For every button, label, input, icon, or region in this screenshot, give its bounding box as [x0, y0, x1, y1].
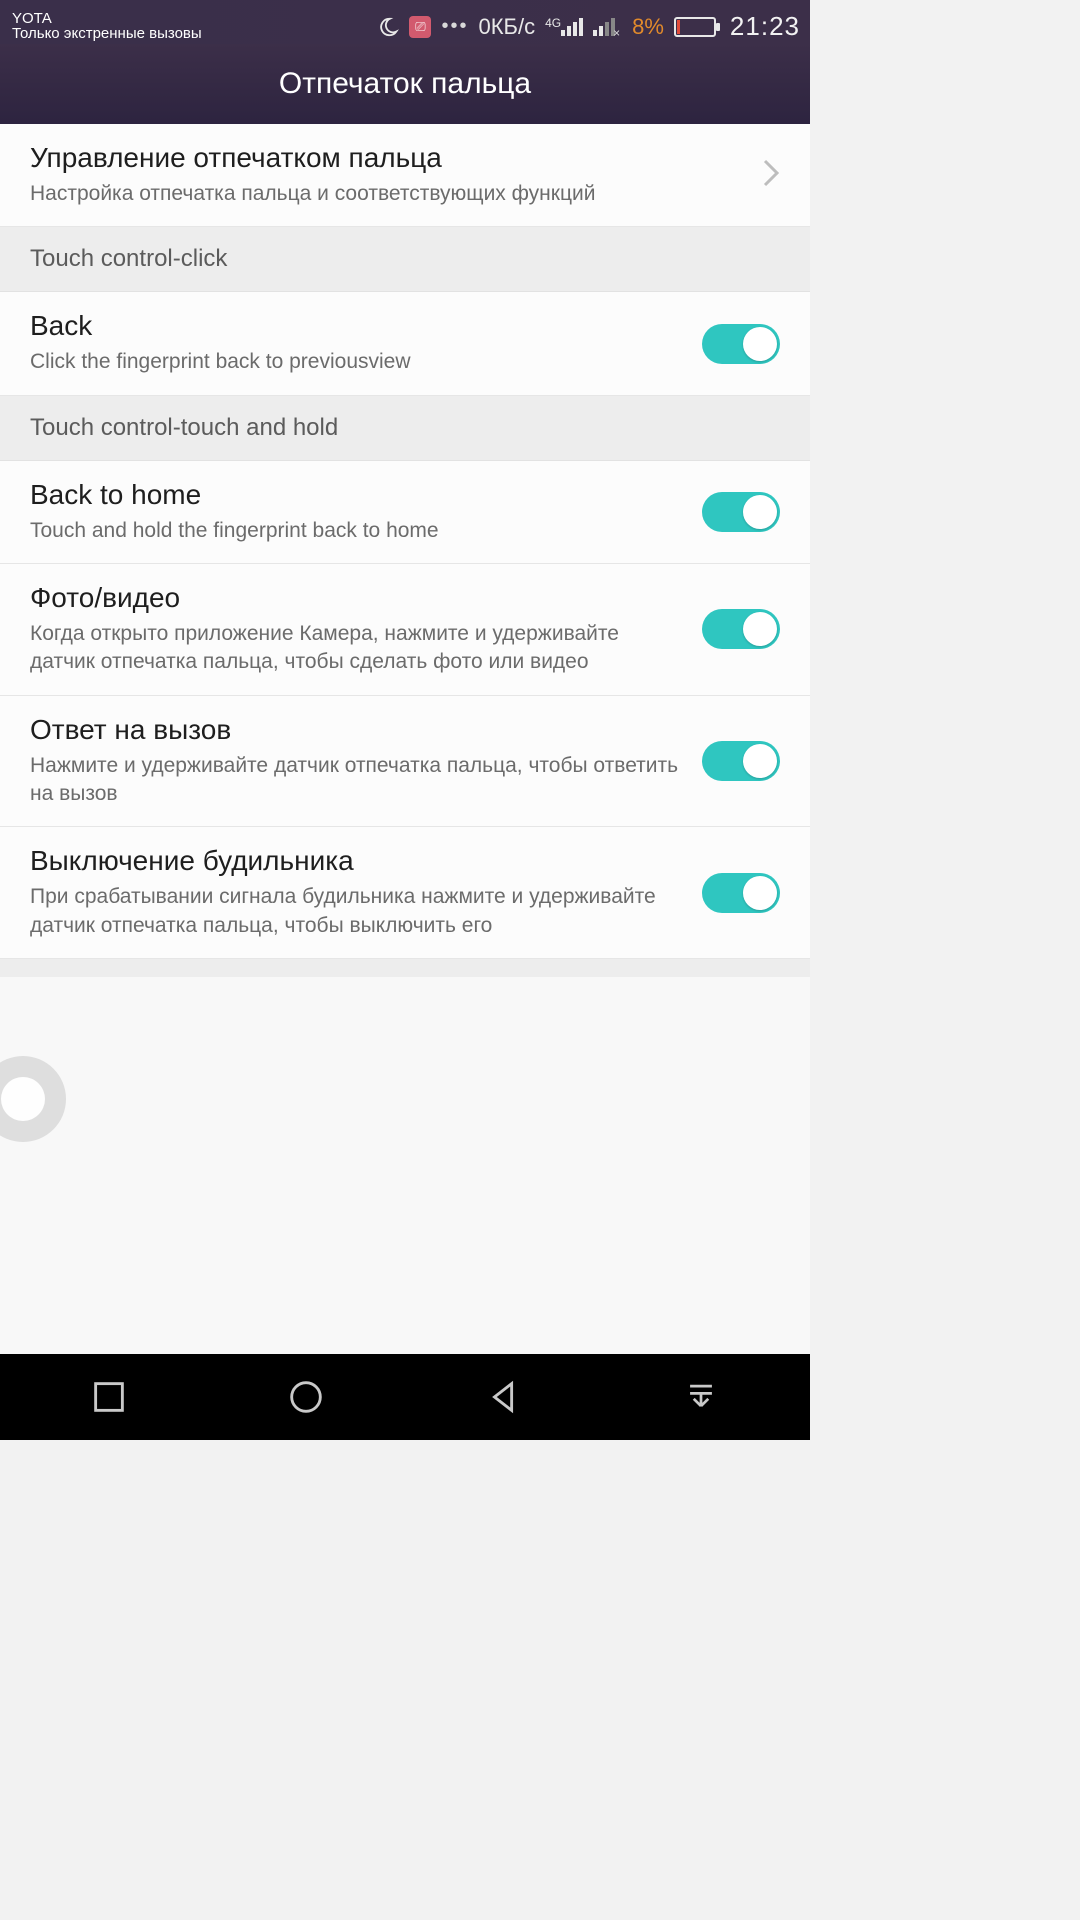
- nav-back-button[interactable]: [454, 1367, 554, 1427]
- row-back-to-home[interactable]: Back to home Touch and hold the fingerpr…: [0, 461, 810, 564]
- section-header-click: Touch control-click: [0, 227, 810, 292]
- row-title: Back: [30, 310, 686, 342]
- no-sim-x-icon: ×: [613, 26, 620, 40]
- row-subtitle: Touch and hold the fingerprint back to h…: [30, 517, 686, 545]
- more-dots-icon: •••: [441, 15, 468, 38]
- row-alarm-off[interactable]: Выключение будильника При срабатывании с…: [0, 827, 810, 959]
- row-title: Фото/видео: [30, 582, 686, 614]
- list-bottom-gap: [0, 959, 810, 977]
- row-photo-video[interactable]: Фото/видео Когда открыто приложение Каме…: [0, 564, 810, 696]
- battery-percent-label: 8%: [632, 14, 664, 40]
- row-back[interactable]: Back Click the fingerprint back to previ…: [0, 292, 810, 395]
- navigation-bar: [0, 1354, 810, 1440]
- notification-badge-icon: ⎚: [409, 16, 431, 38]
- toggle-home[interactable]: [702, 492, 780, 532]
- nav-pulldown-button[interactable]: [651, 1367, 751, 1427]
- network-type-label: 4G: [545, 16, 561, 30]
- settings-list[interactable]: Управление отпечатком пальца Настройка о…: [0, 124, 810, 1354]
- nav-recent-button[interactable]: [59, 1367, 159, 1427]
- clock-label: 21:23: [730, 11, 800, 42]
- row-title: Ответ на вызов: [30, 714, 686, 746]
- row-subtitle: Настройка отпечатка пальца и соответству…: [30, 180, 746, 208]
- row-subtitle: При срабатывании сигнала будильника нажм…: [30, 883, 686, 940]
- signal-bars-sim2-icon: [593, 18, 615, 36]
- signal-bars-icon: [561, 18, 583, 36]
- carrier-label: YOTA: [12, 11, 202, 27]
- page-title-bar: Отпечаток пальца: [0, 44, 810, 124]
- row-subtitle: Когда открыто приложение Камера, нажмите…: [30, 620, 686, 677]
- data-speed-label: 0КБ/с: [478, 14, 535, 40]
- section-header-hold: Touch control-touch and hold: [0, 396, 810, 461]
- toggle-call[interactable]: [702, 741, 780, 781]
- battery-icon: [674, 17, 716, 37]
- row-subtitle: Click the fingerprint back to previousvi…: [30, 348, 686, 376]
- row-title: Выключение будильника: [30, 845, 686, 877]
- page-title: Отпечаток пальца: [279, 67, 531, 101]
- row-subtitle: Нажмите и удерживайте датчик отпечатка п…: [30, 752, 686, 809]
- nav-home-button[interactable]: [256, 1367, 356, 1427]
- row-title: Back to home: [30, 479, 686, 511]
- toggle-alarm[interactable]: [702, 873, 780, 913]
- row-manage-fingerprint[interactable]: Управление отпечатком пальца Настройка о…: [0, 124, 810, 227]
- row-answer-call[interactable]: Ответ на вызов Нажмите и удерживайте дат…: [0, 696, 810, 828]
- emergency-label: Только экстренные вызовы: [12, 26, 202, 42]
- row-title: Управление отпечатком пальца: [30, 142, 746, 174]
- chevron-right-icon: [762, 158, 780, 193]
- status-bar: YOTA Только экстренные вызовы ⎚ ••• 0КБ/…: [0, 0, 810, 44]
- toggle-back[interactable]: [702, 324, 780, 364]
- toggle-photo[interactable]: [702, 609, 780, 649]
- dnd-moon-icon: [377, 16, 399, 38]
